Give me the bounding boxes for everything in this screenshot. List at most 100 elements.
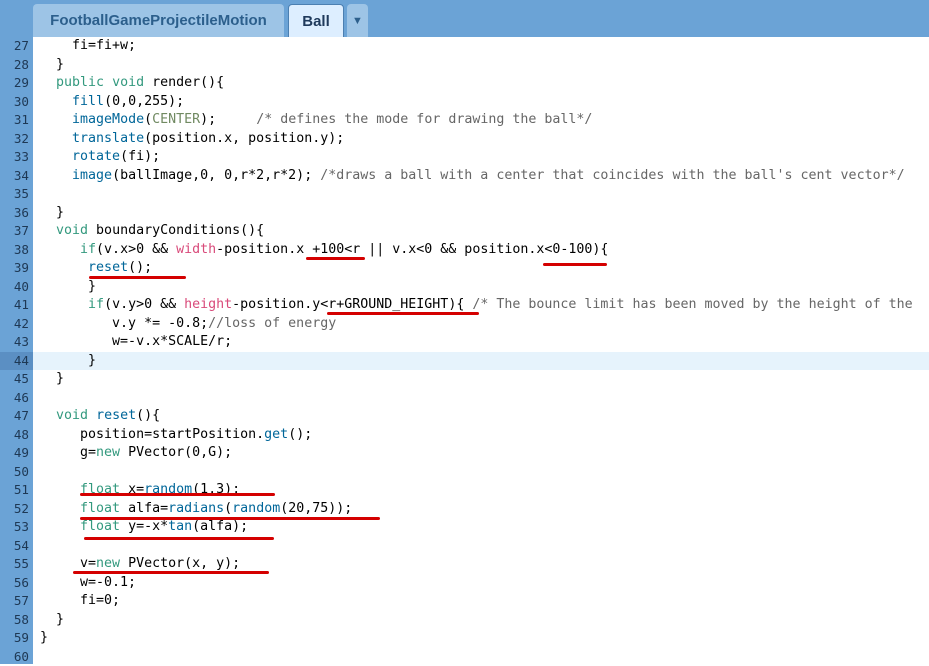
code-line[interactable]: 28 } xyxy=(0,56,929,75)
code-text: } xyxy=(40,611,64,630)
code-text: void boundaryConditions(){ xyxy=(40,222,264,241)
code-text: w=-v.x*SCALE/r; xyxy=(40,333,232,352)
line-number: 44 xyxy=(0,352,33,371)
code-line[interactable]: 59} xyxy=(0,629,929,648)
line-number: 30 xyxy=(0,93,29,112)
line-number: 59 xyxy=(0,629,29,648)
code-line[interactable]: 47 void reset(){ xyxy=(0,407,929,426)
code-line[interactable]: 48 position=startPosition.get(); xyxy=(0,426,929,445)
tab-bar: FootballGameProjectileMotion Ball ▼ xyxy=(0,0,929,37)
code-line[interactable]: 51 float x=random(1,3); xyxy=(0,481,929,500)
code-text: image(ballImage,0, 0,r*2,r*2); /*draws a… xyxy=(40,167,905,186)
code-line[interactable]: 35 xyxy=(0,185,929,204)
line-number: 49 xyxy=(0,444,29,463)
code-text: position=startPosition.get(); xyxy=(40,426,312,445)
tab-ball[interactable]: Ball xyxy=(288,4,344,37)
code-text: public void render(){ xyxy=(40,74,224,93)
red-underline xyxy=(327,312,479,315)
line-number: 33 xyxy=(0,148,29,167)
code-line[interactable]: 44 } xyxy=(0,352,929,371)
code-line[interactable]: 52 float alfa=radians(random(20,75)); xyxy=(0,500,929,519)
line-number: 50 xyxy=(0,463,29,482)
code-text: v.y *= -0.8;//loss of energy xyxy=(40,315,336,334)
line-number: 34 xyxy=(0,167,29,186)
red-underline xyxy=(84,537,274,540)
code-line[interactable]: 36 } xyxy=(0,204,929,223)
line-number: 28 xyxy=(0,56,29,75)
code-text: w=-0.1; xyxy=(40,574,136,593)
line-number: 32 xyxy=(0,130,29,149)
code-line[interactable]: 40 } xyxy=(0,278,929,297)
code-line[interactable]: 34 image(ballImage,0, 0,r*2,r*2); /*draw… xyxy=(0,167,929,186)
line-number: 27 xyxy=(0,37,29,56)
code-line[interactable]: 60 xyxy=(0,648,929,666)
line-number: 42 xyxy=(0,315,29,334)
line-number: 46 xyxy=(0,389,29,408)
code-text: void reset(){ xyxy=(40,407,160,426)
line-number: 35 xyxy=(0,185,29,204)
line-number: 56 xyxy=(0,574,29,593)
line-number: 39 xyxy=(0,259,29,278)
code-text: } xyxy=(40,278,96,297)
line-number: 54 xyxy=(0,537,29,556)
code-text: float y=-x*tan(alfa); xyxy=(40,518,248,537)
line-number: 41 xyxy=(0,296,29,315)
code-line[interactable]: 42 v.y *= -0.8;//loss of energy xyxy=(0,315,929,334)
line-number: 47 xyxy=(0,407,29,426)
code-line[interactable]: 37 void boundaryConditions(){ xyxy=(0,222,929,241)
code-line[interactable]: 57 fi=0; xyxy=(0,592,929,611)
line-number: 52 xyxy=(0,500,29,519)
code-text: imageMode(CENTER); /* defines the mode f… xyxy=(40,111,592,130)
line-number: 48 xyxy=(0,426,29,445)
code-line[interactable]: 53 float y=-x*tan(alfa); xyxy=(0,518,929,537)
line-number: 29 xyxy=(0,74,29,93)
code-text: rotate(fi); xyxy=(40,148,160,167)
red-underline xyxy=(543,263,607,266)
code-text: fi=0; xyxy=(40,592,120,611)
code-line[interactable]: 56 w=-0.1; xyxy=(0,574,929,593)
red-underline xyxy=(73,571,269,574)
red-underline xyxy=(80,517,380,520)
code-line[interactable]: 58 } xyxy=(0,611,929,630)
line-number: 36 xyxy=(0,204,29,223)
code-text: } xyxy=(40,56,64,75)
tab-footballgameprojectilemotion[interactable]: FootballGameProjectileMotion xyxy=(33,4,284,37)
chevron-down-icon[interactable]: ▼ xyxy=(347,4,368,37)
line-number: 53 xyxy=(0,518,29,537)
code-text: } xyxy=(40,352,96,371)
code-line[interactable]: 38 if(v.x>0 && width-position.x +100<r |… xyxy=(0,241,929,260)
code-line[interactable]: 46 xyxy=(0,389,929,408)
code-line[interactable]: 30 fill(0,0,255); xyxy=(0,93,929,112)
code-line[interactable]: 27 fi=fi+w; xyxy=(0,37,929,56)
code-line[interactable]: 32 translate(position.x, position.y); xyxy=(0,130,929,149)
line-number: 40 xyxy=(0,278,29,297)
line-number: 51 xyxy=(0,481,29,500)
line-number: 55 xyxy=(0,555,29,574)
line-number: 58 xyxy=(0,611,29,630)
code-line[interactable]: 31 imageMode(CENTER); /* defines the mod… xyxy=(0,111,929,130)
line-number: 45 xyxy=(0,370,29,389)
code-text: reset(); xyxy=(40,259,152,278)
code-text: float x=random(1,3); xyxy=(40,481,240,500)
line-number: 38 xyxy=(0,241,29,260)
line-number: 57 xyxy=(0,592,29,611)
code-line[interactable]: 49 g=new PVector(0,G); xyxy=(0,444,929,463)
code-text: fill(0,0,255); xyxy=(40,93,184,112)
code-line[interactable]: 50 xyxy=(0,463,929,482)
code-line[interactable]: 29 public void render(){ xyxy=(0,74,929,93)
code-line[interactable]: 45 } xyxy=(0,370,929,389)
code-text: } xyxy=(40,629,48,648)
code-text: } xyxy=(40,370,64,389)
code-line[interactable]: 39 reset(); xyxy=(0,259,929,278)
code-line[interactable]: 43 w=-v.x*SCALE/r; xyxy=(0,333,929,352)
line-number: 31 xyxy=(0,111,29,130)
code-line[interactable]: 33 rotate(fi); xyxy=(0,148,929,167)
code-text: float alfa=radians(random(20,75)); xyxy=(40,500,352,519)
red-underline xyxy=(89,276,186,279)
line-number: 37 xyxy=(0,222,29,241)
red-underline xyxy=(80,493,275,496)
red-underline xyxy=(306,257,365,260)
code-text: translate(position.x, position.y); xyxy=(40,130,344,149)
line-number: 43 xyxy=(0,333,29,352)
code-text: g=new PVector(0,G); xyxy=(40,444,232,463)
